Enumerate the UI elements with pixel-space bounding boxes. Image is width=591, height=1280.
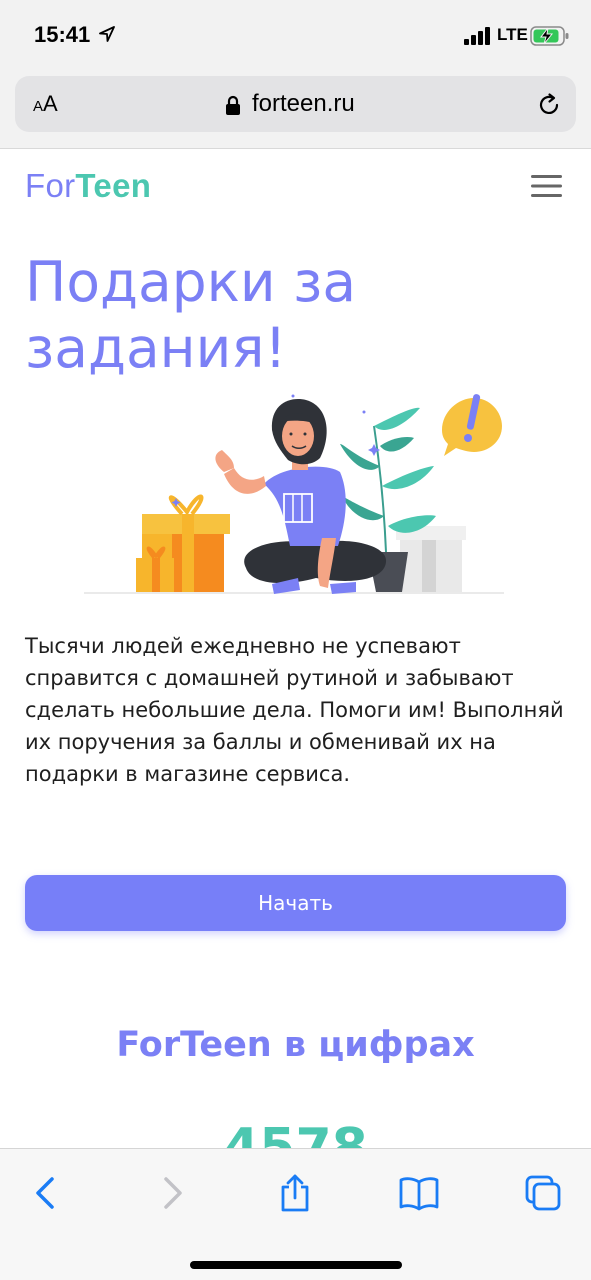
browser-address-area: AA forteen.ru [0,72,591,149]
status-bar: 15:41 LTE [0,0,591,72]
woman-illustration [215,399,387,594]
hero-description: Тысячи людей ежедневно не успевают справ… [25,634,564,786]
hamburger-menu-icon[interactable] [531,174,562,198]
tabs-icon[interactable] [523,1173,563,1213]
signal-bars-icon [464,27,490,45]
location-arrow-icon [99,26,115,42]
stat-number: 4578 [223,1118,368,1150]
start-button[interactable]: Начать [25,875,566,931]
url-text[interactable]: forteen.ru [252,90,355,118]
forward-icon[interactable] [152,1173,192,1213]
text-size-button[interactable]: AA [33,91,58,117]
stats-title: ForTeen в цифрах [116,1025,475,1065]
bookmarks-icon[interactable] [399,1173,439,1213]
share-icon[interactable] [275,1173,315,1213]
status-time: 15:41 [34,22,91,47]
hero-title: Подарки за задания! [25,250,357,380]
lock-icon [226,95,240,115]
gift-boxes-illustration [136,494,230,592]
back-icon[interactable] [26,1173,66,1213]
logo-for: For [25,167,76,204]
hero-illustration [84,394,504,594]
network-type: LTE [497,25,528,44]
address-bar[interactable]: AA forteen.ru [15,76,576,132]
reload-icon[interactable] [536,92,562,118]
battery-charging-icon [530,26,569,46]
browser-toolbar [0,1148,591,1280]
exclamation-bubble-icon [442,394,502,456]
logo-teen: Teen [75,167,152,204]
site-logo[interactable]: ForTeen [25,167,151,205]
home-indicator[interactable] [190,1261,402,1269]
